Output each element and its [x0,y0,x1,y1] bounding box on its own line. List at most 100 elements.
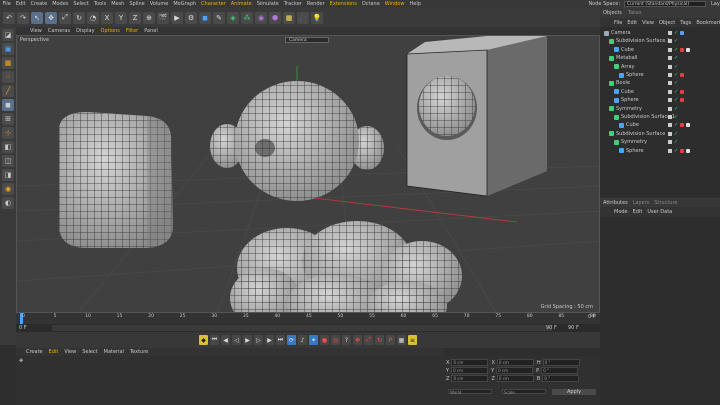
enabled-check-icon[interactable]: ✓ [674,139,678,145]
object-row[interactable]: Boole ✓ [600,79,720,87]
menu-edit[interactable]: Edit [13,0,28,8]
magnet-icon[interactable]: ◐ [2,197,14,209]
object-row[interactable]: Symmetry ✓ [600,105,720,113]
render-picture-viewer-icon[interactable]: ▶ [171,11,183,24]
menu-tools[interactable]: Tools [91,0,108,8]
enabled-check-icon[interactable]: ✓ [674,106,678,112]
points-mode-icon[interactable]: ⁘ [2,71,14,83]
menu-simulate[interactable]: Simulate [254,0,281,8]
play-icon[interactable]: ▶ [243,335,252,345]
next-frame-icon[interactable]: ▷ [254,335,263,345]
loop-icon[interactable]: ⟳ [287,335,296,345]
prev-frame-icon[interactable]: ◁ [232,335,241,345]
edit-render-settings-icon[interactable]: ⚙ [185,11,197,24]
deformer-icon[interactable]: ⬢ [269,11,281,24]
recent-icon[interactable]: ◔ [87,11,99,24]
range-slider[interactable] [52,325,552,331]
keyframe-selection-icon[interactable]: ? [342,335,351,345]
layout-label[interactable]: Layout [711,0,720,8]
object-row[interactable]: Subdivision Surface.1 ✓ [600,37,720,45]
enabled-check-icon[interactable]: ✓ [674,114,678,120]
tag-icon[interactable] [680,148,685,153]
enabled-check-icon[interactable]: ✓ [674,72,678,78]
object-row[interactable]: Array ✓ [600,63,720,71]
menu-mograph[interactable]: MoGraph [171,0,199,8]
viewport-menu-panel[interactable]: Panel [144,27,158,35]
menu-tracker[interactable]: Tracker [281,0,304,8]
visibility-flag[interactable] [668,64,672,69]
coord-field[interactable]: 0 cm [451,375,489,382]
object-row[interactable]: Sphere ✓ [600,71,720,79]
position-key-icon[interactable]: ✥ [353,335,362,345]
menu-select[interactable]: Select [71,0,91,8]
snap-icon[interactable]: ◧ [2,141,14,153]
attribute-menu-user-data[interactable]: User Data [647,209,672,215]
axis-mode-icon[interactable]: ⊹ [2,127,14,139]
tag-icon[interactable] [686,148,691,153]
start-frame[interactable]: 0 F [19,325,27,331]
visibility-flag[interactable] [668,47,672,52]
menu-spline[interactable]: Spline [127,0,147,8]
attribute-manager-body[interactable] [600,217,720,405]
coord-field[interactable]: 0 cm [496,359,534,366]
timeline-right-frame[interactable]: 0 F [588,314,596,320]
coord-field[interactable]: 0 cm [451,367,489,374]
material-manager-area[interactable]: ✥ [16,356,444,405]
menu-octane[interactable]: Octane [359,0,382,8]
visibility-flag[interactable] [668,73,672,77]
material-menu-material[interactable]: Material [104,348,124,356]
coord-field[interactable]: 0 ° [542,375,580,382]
visibility-flag[interactable] [668,56,672,61]
material-menu-create[interactable]: Create [26,348,43,356]
visibility-flag[interactable] [668,39,672,44]
apply-button[interactable]: Apply [552,389,596,395]
tag-icon[interactable] [680,98,685,103]
coord-field[interactable]: 0 cm [451,359,489,366]
object-menu-bookmarks[interactable]: Bookmarks [696,20,720,26]
live-select-icon[interactable]: ↖ [31,11,43,24]
viewport-menu-display[interactable]: Display [76,27,94,35]
object-row[interactable]: Cube ✓ [600,88,720,96]
tag-icon[interactable] [686,123,691,128]
motion-record-icon[interactable]: ✦ [309,335,318,345]
undo-icon[interactable]: ↶ [3,11,15,24]
camera-select[interactable]: Camera [285,37,329,43]
object-list[interactable]: Camera ✓ Subdivision Surface.1 ✓ Cube ✓ Metaba… [600,27,720,197]
visibility-flag[interactable] [668,131,672,136]
visibility-flag[interactable] [668,89,672,94]
scale-key-icon[interactable]: ⤢ [364,335,373,345]
tab-layers[interactable]: Layers [633,200,650,206]
object-row[interactable]: Cube ✓ [600,121,720,129]
enabled-check-icon[interactable]: ✓ [674,30,678,36]
material-menu-edit[interactable]: Edit [49,348,59,356]
locked-workplane-icon[interactable]: ◨ [2,169,14,181]
z-axis-icon[interactable]: Z [129,11,141,24]
object-row[interactable]: Metaball ✓ [600,54,720,62]
menu-extensions[interactable]: Extensions [327,0,359,8]
object-row[interactable]: Subdivision Surface ✓ [600,130,720,138]
solo-icon[interactable]: ◉ [2,183,14,195]
move-icon[interactable]: ✥ [45,11,57,24]
enabled-check-icon[interactable]: ✓ [674,148,678,154]
tag-icon[interactable] [680,31,685,35]
object-row[interactable]: Subdivision Surface.1 ✓ [600,113,720,121]
next-key-icon[interactable]: ▶ [265,335,274,345]
object-menu-view[interactable]: View [642,20,654,26]
workplane-icon[interactable]: ◫ [2,155,14,167]
viewport-menu-view[interactable]: View [30,27,42,35]
menu-character[interactable]: Character [199,0,229,8]
object-row[interactable]: Symmetry ✓ [600,138,720,146]
param-key-icon[interactable]: P [386,335,395,345]
object-row[interactable]: Sphere ✓ [600,96,720,104]
enabled-check-icon[interactable]: ✓ [674,89,678,95]
visibility-flag[interactable] [668,81,672,86]
tab-structure[interactable]: Structure [654,200,677,206]
sound-icon[interactable]: ♪ [298,335,307,345]
visibility-flag[interactable] [668,123,672,128]
coordinate-system-icon[interactable]: ⊕ [143,11,155,24]
record-icon[interactable]: ● [320,335,329,345]
camera-icon[interactable]: 🎥 [297,11,309,24]
auto-key-icon[interactable]: ◎ [331,335,340,345]
enabled-check-icon[interactable]: ✓ [674,38,678,44]
object-row[interactable]: Sphere ✓ [600,147,720,155]
